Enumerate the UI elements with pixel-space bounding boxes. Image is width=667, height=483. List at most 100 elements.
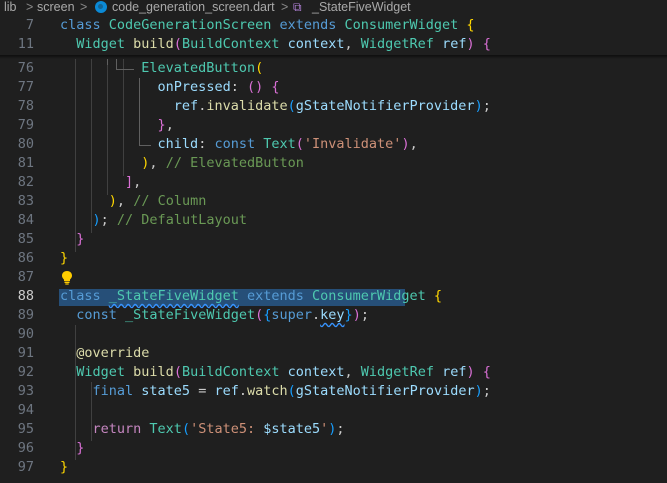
code-token: ConsumerWidget	[311, 288, 434, 304]
code-line[interactable]: 86}	[0, 249, 667, 268]
code-token: const	[76, 307, 126, 323]
line-number: 96	[17, 440, 34, 456]
code-token: }	[76, 440, 85, 456]
code-token: ()	[246, 79, 272, 95]
code-token: ,	[149, 155, 166, 171]
line-number: 83	[17, 193, 34, 209]
code-token: (	[255, 307, 264, 323]
line-number: 93	[17, 383, 34, 399]
code-token: watch	[247, 383, 288, 399]
sticky-scroll-shadow	[0, 55, 667, 59]
code-token: ref	[173, 98, 199, 114]
code-line[interactable]: 85 }	[0, 230, 667, 249]
code-token: ;	[100, 212, 117, 228]
code-text: return Text('State5: $state5');	[60, 420, 345, 439]
code-token: _StateFiveWidget	[125, 307, 256, 323]
code-token: @override	[76, 345, 150, 361]
code-line[interactable]: 91 @override	[0, 344, 667, 363]
code-token: {	[482, 36, 491, 52]
code-token: )	[466, 364, 483, 380]
code-text: ), // ElevatedButton	[60, 154, 304, 173]
code-line[interactable]: 94	[0, 401, 667, 420]
code-token: onPressed	[157, 79, 231, 95]
code-line[interactable]: 96 }	[0, 439, 667, 458]
code-line[interactable]: 83 ), // Column	[0, 192, 667, 211]
code-token: }	[76, 231, 85, 247]
line-number: 76	[17, 60, 34, 76]
code-token: (	[295, 136, 304, 152]
code-line[interactable]: 77 onPressed: () {	[0, 78, 667, 97]
lightbulb-icon[interactable]	[61, 270, 73, 285]
code-line[interactable]: 95 return Text('State5: $state5');	[0, 420, 667, 439]
line-number: 90	[17, 326, 34, 342]
line-number: 81	[17, 155, 34, 171]
code-line[interactable]: 93 final state5 = ref.watch(gStateNotifi…	[0, 382, 667, 401]
code-text: }	[60, 249, 68, 268]
code-line[interactable]: 84 ); // DefalutLayout	[0, 211, 667, 230]
code-token: (	[287, 383, 296, 399]
code-line[interactable]: 82 ],	[0, 173, 667, 192]
code-token: key	[320, 307, 345, 323]
code-token: =	[198, 383, 215, 399]
code-line[interactable]: 89 const _StateFiveWidget({super.key});	[0, 306, 667, 325]
line-number: 7	[25, 17, 34, 33]
code-text: class _StateFiveWidget extends ConsumerW…	[60, 287, 442, 306]
code-line[interactable]: 87	[0, 268, 667, 287]
code-token: invalidate	[206, 98, 288, 114]
line-number: 95	[17, 421, 34, 437]
code-token: ;	[360, 307, 369, 323]
code-token: (	[173, 364, 182, 380]
line-number: 86	[17, 250, 34, 266]
code-token: )	[466, 36, 483, 52]
line-number: 91	[17, 345, 34, 361]
code-token: // Column	[133, 193, 207, 209]
code-text: ],	[60, 173, 141, 192]
breadcrumb-separator: >	[26, 0, 34, 14]
code-token: (	[255, 60, 264, 76]
breadcrumb-item-screen[interactable]: screen	[37, 0, 75, 15]
code-text: child: const Text('Invalidate'),	[60, 135, 418, 154]
code-line[interactable]: 76 ElevatedButton(	[0, 59, 667, 78]
code-line[interactable]: 97}	[0, 458, 667, 477]
code-line[interactable]: 88 class _StateFiveWidget extends Consume…	[0, 287, 667, 306]
breadcrumb-item-file[interactable]: code_generation_screen.dart	[112, 0, 275, 15]
code-token: build	[133, 364, 174, 380]
code-text: },	[60, 116, 174, 135]
code-token: )	[92, 212, 101, 228]
code-token: super	[271, 307, 313, 323]
code-token: 'Invalidate'	[303, 136, 402, 152]
line-number: 78	[17, 98, 34, 114]
line-number: 87	[17, 269, 34, 285]
code-line[interactable]: 80 child: const Text('Invalidate'),	[0, 135, 667, 154]
code-line[interactable]: 81 ), // ElevatedButton	[0, 154, 667, 173]
code-text: }	[60, 230, 84, 249]
code-line[interactable]: 11 Widget build(BuildContext context, Wi…	[0, 35, 667, 54]
code-token: Text	[263, 136, 296, 152]
code-token: CodeGenerationScreen	[108, 17, 280, 33]
code-text: Widget build(BuildContext context, Widge…	[60, 363, 491, 382]
breadcrumb-separator: >	[281, 0, 289, 14]
code-token: {	[466, 17, 475, 33]
breadcrumb-item-lib[interactable]: lib	[4, 0, 17, 15]
code-token: class	[60, 288, 109, 304]
code-token: ,	[116, 193, 134, 209]
code-line[interactable]: 92 Widget build(BuildContext context, Wi…	[0, 363, 667, 382]
code-token: ref	[442, 364, 467, 380]
code-token: BuildContext	[181, 36, 288, 52]
code-token: {	[433, 288, 443, 304]
code-token: }	[60, 459, 69, 475]
class-symbol-icon: ⧉	[293, 0, 302, 14]
code-line[interactable]: 78 ref.invalidate(gStateNotifierProvider…	[0, 97, 667, 116]
code-line[interactable]: 7 class CodeGenerationScreen extends Cons…	[0, 16, 667, 35]
breadcrumb: lib > screen > code_generation_screen.da…	[0, 0, 667, 16]
code-text: ); // DefalutLayout	[60, 211, 247, 230]
code-line[interactable]: 90	[0, 325, 667, 344]
code-line[interactable]: 79 },	[0, 116, 667, 135]
code-token: :	[230, 79, 247, 95]
breadcrumb-item-symbol[interactable]: _StateFiveWidget	[312, 0, 411, 15]
